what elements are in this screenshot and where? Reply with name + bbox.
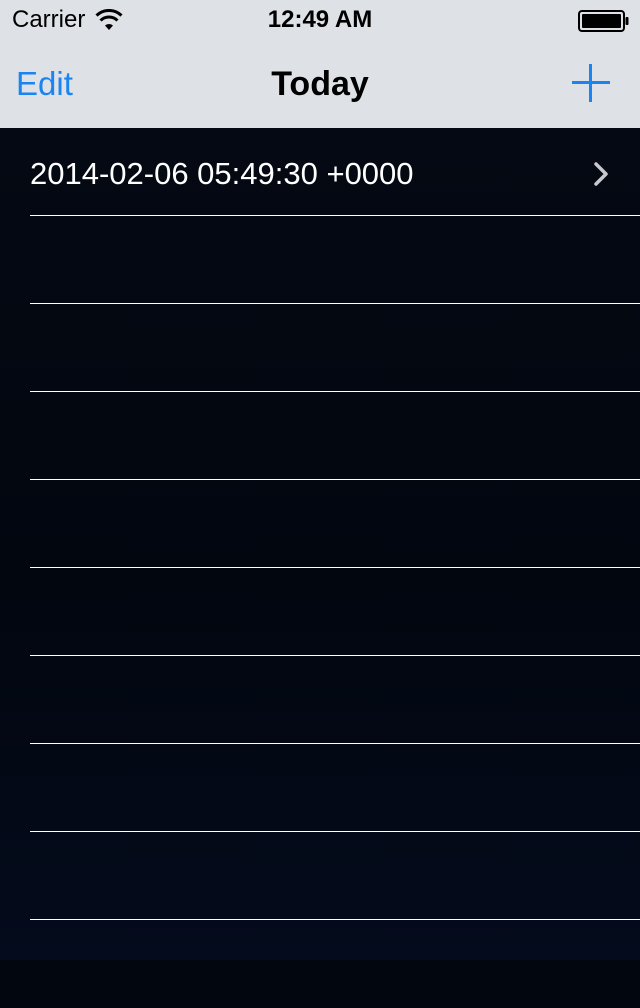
table-row[interactable]: 2014-02-06 05:49:30 +0000: [30, 128, 640, 216]
status-bar: Carrier 12:49 AM: [0, 0, 640, 40]
row-label: 2014-02-06 05:49:30 +0000: [30, 156, 414, 191]
table-row: [30, 832, 640, 920]
status-time: 12:49 AM: [267, 6, 373, 33]
navigation-bar: Edit Today: [0, 40, 640, 128]
table-row: [30, 216, 640, 304]
table-row: [30, 480, 640, 568]
table-row: [30, 392, 640, 480]
table-view: 2014-02-06 05:49:30 +0000: [0, 128, 640, 960]
table-row: [30, 744, 640, 832]
table-row: [30, 304, 640, 392]
table-row: [30, 656, 640, 744]
page-title: Today: [271, 65, 369, 103]
header: Carrier 12:49 AM Edit Today: [0, 0, 640, 128]
chevron-right-icon: [594, 162, 608, 186]
table-row: [30, 920, 640, 1008]
table-row: [30, 568, 640, 656]
add-button[interactable]: [568, 60, 614, 106]
battery-icon: [578, 10, 629, 32]
